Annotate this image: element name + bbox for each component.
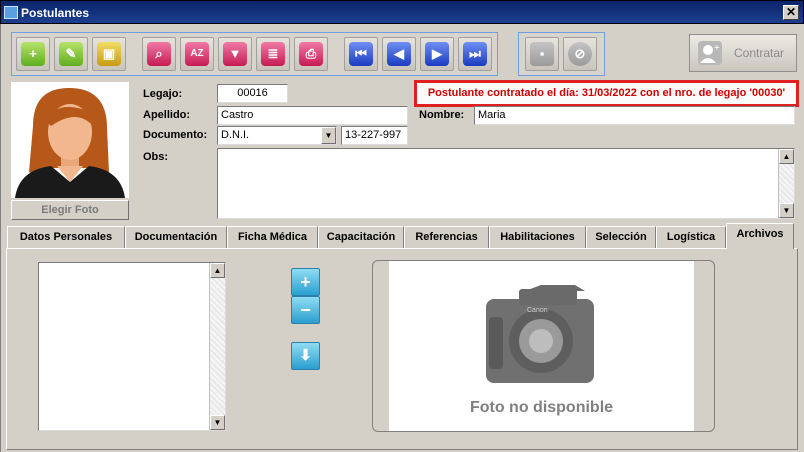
first-icon: ⏮ xyxy=(349,42,373,66)
photo-preview: Canon Foto no disponible xyxy=(389,261,694,431)
tab-habilitaciones[interactable]: Habilitaciones xyxy=(489,226,586,248)
legajo-label: Legajo: xyxy=(143,88,183,100)
delete-icon: ▣ xyxy=(97,42,121,66)
report-icon: ≣ xyxy=(261,42,285,66)
first-record-button[interactable]: ⏮ xyxy=(344,37,378,71)
camera-icon: Canon xyxy=(486,285,594,383)
documento-tipo-value: D.N.I. xyxy=(221,129,250,141)
svg-text:+: + xyxy=(714,43,720,54)
report-button[interactable]: ≣ xyxy=(256,37,290,71)
elegir-foto-button[interactable]: Elegir Foto xyxy=(11,200,129,220)
tab-datos-personales[interactable]: Datos Personales xyxy=(7,226,125,248)
tab-referencias[interactable]: Referencias xyxy=(404,226,489,248)
cancel-button[interactable]: ⊘ xyxy=(563,37,597,71)
edit-icon: ✎ xyxy=(59,42,83,66)
cancel-icon: ⊘ xyxy=(568,42,592,66)
legajo-field[interactable]: 00016 xyxy=(217,84,288,103)
main-area: + ✎ ▣ ⌕ AZ ▼ ≣ ⎙ ⏮ ◀ ▶ ⏭ ▪ ⊘ + Contratar xyxy=(0,24,804,452)
tab-capacitacion[interactable]: Capacitación xyxy=(318,226,404,248)
postulante-photo xyxy=(11,82,129,198)
avatar-female-icon xyxy=(11,82,129,198)
filter-button[interactable]: ▼ xyxy=(218,37,252,71)
scroll-up-icon[interactable]: ▲ xyxy=(210,263,225,278)
add-file-button[interactable]: + xyxy=(291,268,320,296)
documento-label: Documento: xyxy=(143,129,208,141)
scroll-down-icon[interactable]: ▼ xyxy=(210,415,225,430)
tab-archivos[interactable]: Archivos xyxy=(726,223,794,249)
next-icon: ▶ xyxy=(425,42,449,66)
toolbar-group-save: ▪ ⊘ xyxy=(518,32,605,76)
apellido-field[interactable]: Castro xyxy=(217,106,408,125)
prev-icon: ◀ xyxy=(387,42,411,66)
app-icon xyxy=(4,6,18,19)
add-icon: + xyxy=(21,42,45,66)
no-photo-label: Foto no disponible xyxy=(469,399,614,416)
camera-brand: Canon xyxy=(527,307,548,314)
user-add-icon: + xyxy=(698,41,722,65)
close-button[interactable]: ✕ xyxy=(783,5,799,20)
obs-textarea[interactable] xyxy=(217,148,795,219)
prev-record-button[interactable]: ◀ xyxy=(382,37,416,71)
nombre-label: Nombre: xyxy=(419,109,465,121)
scroll-up-icon[interactable]: ▲ xyxy=(779,149,794,164)
next-record-button[interactable]: ▶ xyxy=(420,37,454,71)
apellido-label: Apellido: xyxy=(143,109,191,121)
tab-seleccion[interactable]: Selección xyxy=(586,226,656,248)
remove-file-button[interactable]: − xyxy=(291,296,320,324)
tab-documentacion[interactable]: Documentación xyxy=(125,226,227,248)
edit-button[interactable]: ✎ xyxy=(54,37,88,71)
contratar-label: Contratar xyxy=(734,46,785,60)
contracted-warning: Postulante contratado el día: 31/03/2022… xyxy=(414,80,799,107)
chevron-down-icon[interactable]: ▼ xyxy=(321,127,336,144)
window-title: Postulantes xyxy=(21,6,90,20)
obs-label: Obs: xyxy=(143,151,169,163)
print-button[interactable]: ⎙ xyxy=(294,37,328,71)
scroll-down-icon[interactable]: ▼ xyxy=(779,203,794,218)
sort-button[interactable]: AZ xyxy=(180,37,214,71)
title-bar: Postulantes ✕ xyxy=(0,0,804,24)
download-file-button[interactable]: ⬇ xyxy=(291,342,320,370)
print-icon: ⎙ xyxy=(299,42,323,66)
obs-scrollbar[interactable]: ▲ ▼ xyxy=(778,149,794,218)
archivos-list-scrollbar[interactable]: ▲ ▼ xyxy=(209,263,225,430)
last-icon: ⏭ xyxy=(463,42,487,66)
sort-icon: AZ xyxy=(185,42,209,66)
archivos-panel: ▲ ▼ + − ⬇ Canon Foto no disponible xyxy=(6,248,798,450)
tab-logistica[interactable]: Logística xyxy=(656,226,726,248)
filter-icon: ▼ xyxy=(223,42,247,66)
nombre-field[interactable]: Maria xyxy=(474,106,795,125)
delete-button[interactable]: ▣ xyxy=(92,37,126,71)
add-button[interactable]: + xyxy=(16,37,50,71)
save-icon: ▪ xyxy=(530,42,554,66)
toolbar-group-main: + ✎ ▣ ⌕ AZ ▼ ≣ ⎙ ⏮ ◀ ▶ ⏭ xyxy=(11,32,498,76)
save-button[interactable]: ▪ xyxy=(525,37,559,71)
last-record-button[interactable]: ⏭ xyxy=(458,37,492,71)
search-button[interactable]: ⌕ xyxy=(142,37,176,71)
documento-numero-field[interactable]: 13-227-997 xyxy=(341,126,408,145)
contratar-button[interactable]: + Contratar xyxy=(689,34,797,72)
tab-ficha-medica[interactable]: Ficha Médica xyxy=(227,226,318,248)
photo-preview-frame: Canon Foto no disponible xyxy=(372,260,715,432)
search-icon: ⌕ xyxy=(147,42,171,66)
archivos-list[interactable]: ▲ ▼ xyxy=(38,262,226,431)
documento-tipo-select[interactable]: D.N.I. ▼ xyxy=(217,126,337,145)
